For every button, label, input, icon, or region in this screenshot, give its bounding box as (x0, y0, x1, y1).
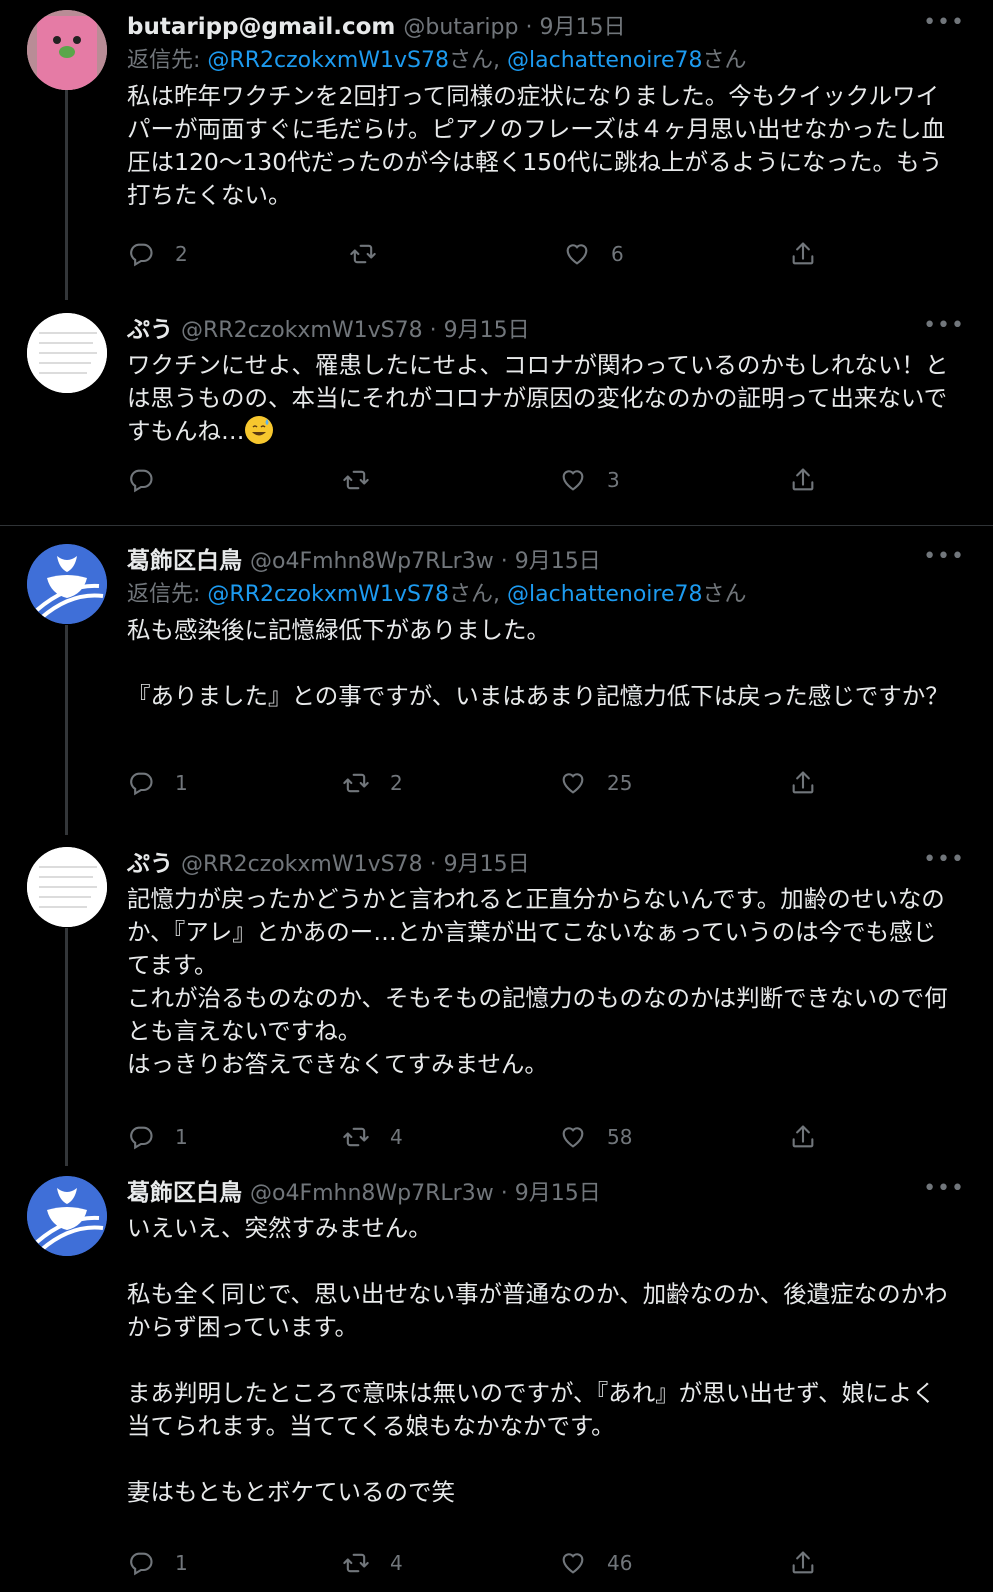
share-icon (789, 1549, 817, 1577)
tweet-text: いえいえ、突然すみません。 私も全く同じで、思い出せない事が普通なのか、加齢なの… (127, 1214, 948, 1506)
heart-icon (559, 1549, 587, 1577)
tweet-text: ワクチンにせよ、罹患したにせよ、コロナが関わっているのかもしれない！とは思うもの… (127, 351, 949, 445)
tweet-header: 葛飾区白鳥 @o4Fmhn8Wp7RLr3w · 9月15日 (127, 1176, 973, 1210)
display-name[interactable]: ぷう (127, 313, 173, 347)
reply-icon (127, 1549, 155, 1577)
list-screenshot-avatar[interactable] (27, 313, 107, 393)
user-handle[interactable]: @RR2czokxmW1vS78 · 9月15日 (181, 848, 530, 882)
divider (0, 525, 993, 526)
mention-link[interactable]: @RR2czokxmW1vS78 (207, 582, 449, 607)
tweet-header: 葛飾区白鳥 @o4Fmhn8Wp7RLr3w · 9月15日 (127, 544, 973, 578)
reply-icon (127, 240, 155, 268)
more-icon[interactable]: ••• (923, 1176, 965, 1210)
retweet-button[interactable]: 4 (342, 1120, 403, 1154)
tweet-header: ぷう @RR2czokxmW1vS78 · 9月15日 (127, 847, 973, 881)
knit-doll-avatar[interactable] (27, 10, 107, 90)
retweet-button[interactable] (342, 463, 390, 497)
reply-icon (127, 1123, 155, 1151)
retweet-button[interactable]: 4 (342, 1546, 403, 1580)
action-bar: 1 4 58 (127, 1120, 827, 1154)
user-handle[interactable]: @o4Fmhn8Wp7RLr3w · 9月15日 (250, 1177, 601, 1211)
reply-to-line: 返信先: @RR2czokxmW1vS78さん, @lachattenoire7… (127, 582, 747, 607)
reply-to-line: 返信先: @RR2czokxmW1vS78さん, @lachattenoire7… (127, 48, 747, 73)
reply-icon (127, 769, 155, 797)
tweet-text: 私は昨年ワクチンを2回打って同様の症状になりました。今もクイックルワイパーが両面… (127, 82, 946, 209)
tweet-text: 記憶力が戻ったかどうかと言われると正直分からないんです。加齢のせいなのか、『アレ… (127, 885, 948, 1078)
like-button[interactable]: 25 (559, 766, 632, 800)
mention-link[interactable]: @lachattenoire78 (507, 48, 703, 73)
iris-emblem-avatar[interactable] (27, 1176, 107, 1256)
action-bar: 1 2 25 (127, 766, 827, 800)
action-bar: 2 6 (127, 237, 827, 271)
heart-icon (559, 466, 587, 494)
mention-link[interactable]: @lachattenoire78 (507, 582, 703, 607)
heart-icon (559, 769, 587, 797)
share-button[interactable] (789, 1120, 817, 1154)
more-icon[interactable]: ••• (923, 10, 965, 44)
tweet-header: butaripp@gmail.com @butaripp · 9月15日 (127, 10, 973, 44)
reply-button[interactable]: 1 (127, 766, 188, 800)
share-button[interactable] (789, 766, 817, 800)
tweet-text: 私も感染後に記憶緑低下がありました。 『ありました』との事ですが、いまはあまり記… (127, 616, 949, 710)
thread-line (65, 90, 68, 300)
more-icon[interactable]: ••• (923, 847, 965, 881)
share-icon (789, 1123, 817, 1151)
mention-link[interactable]: @RR2czokxmW1vS78 (207, 48, 449, 73)
retweet-icon (342, 1549, 370, 1577)
share-icon (789, 466, 817, 494)
heart-icon (563, 240, 591, 268)
reply-button[interactable]: 2 (127, 237, 188, 271)
retweet-icon (342, 1123, 370, 1151)
retweet-icon (342, 466, 370, 494)
heart-icon (559, 1123, 587, 1151)
retweet-icon (342, 769, 370, 797)
reply-icon (127, 466, 155, 494)
share-button[interactable] (789, 1546, 817, 1580)
display-name[interactable]: butaripp@gmail.com (127, 10, 395, 44)
action-bar: 3 (127, 463, 827, 497)
reply-button[interactable] (127, 463, 175, 497)
retweet-button[interactable]: 2 (342, 766, 403, 800)
like-button[interactable]: 3 (559, 463, 620, 497)
list-screenshot-avatar[interactable] (27, 847, 107, 927)
reply-button[interactable]: 1 (127, 1120, 188, 1154)
reply-button[interactable]: 1 (127, 1546, 188, 1580)
user-handle[interactable]: @RR2czokxmW1vS78 · 9月15日 (181, 314, 530, 348)
action-bar: 1 4 46 (127, 1546, 827, 1580)
like-button[interactable]: 46 (559, 1546, 632, 1580)
tweet-header: ぷう @RR2czokxmW1vS78 · 9月15日 (127, 313, 973, 347)
more-icon[interactable]: ••• (923, 313, 965, 347)
thread-line (65, 625, 68, 835)
user-handle[interactable]: @o4Fmhn8Wp7RLr3w · 9月15日 (250, 545, 601, 579)
retweet-button[interactable] (349, 237, 397, 271)
display-name[interactable]: 葛飾区白鳥 (127, 1176, 242, 1210)
like-button[interactable]: 6 (563, 237, 624, 271)
iris-emblem-avatar[interactable] (27, 544, 107, 624)
like-button[interactable]: 58 (559, 1120, 632, 1154)
share-button[interactable] (789, 237, 817, 271)
share-icon (789, 240, 817, 268)
user-handle[interactable]: @butaripp · 9月15日 (403, 11, 625, 45)
display-name[interactable]: 葛飾区白鳥 (127, 544, 242, 578)
retweet-icon (349, 240, 377, 268)
share-icon (789, 769, 817, 797)
sweat-smile-emoji-icon (244, 416, 273, 444)
share-button[interactable] (789, 463, 817, 497)
more-icon[interactable]: ••• (923, 544, 965, 578)
display-name[interactable]: ぷう (127, 847, 173, 881)
thread-line (65, 928, 68, 1166)
